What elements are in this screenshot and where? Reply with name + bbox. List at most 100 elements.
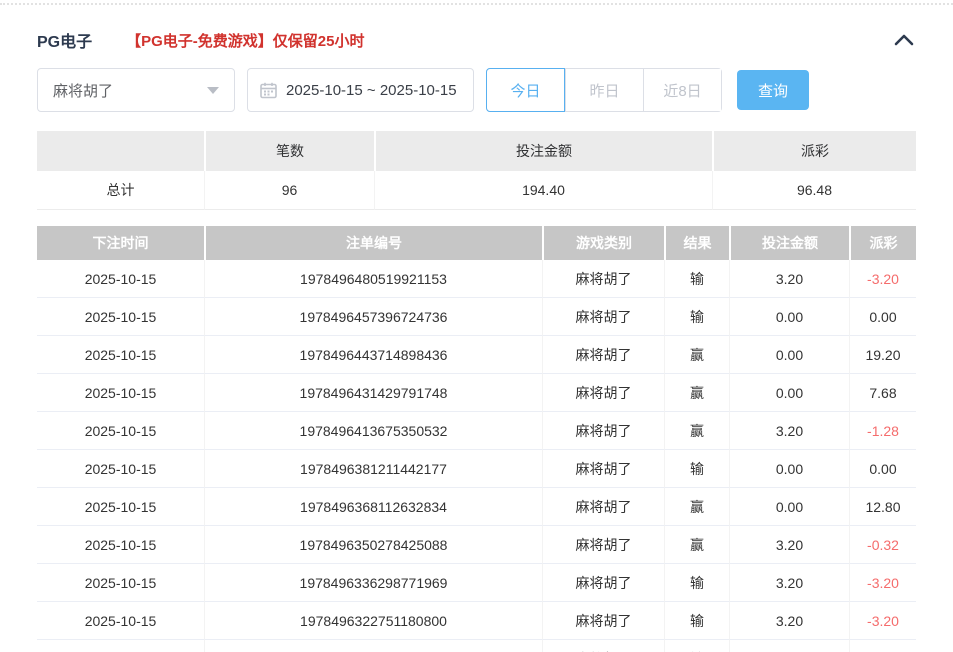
cell-bet-time: 2025-10-15 [37, 298, 204, 336]
cell-bet-amount: 0.00 [729, 374, 849, 412]
cell-game-type: 麻将胡了 [542, 640, 664, 652]
cell-game-type: 麻将胡了 [542, 412, 664, 450]
cell-payout: 0.00 [849, 450, 916, 488]
bet-header-payout: 派彩 [849, 226, 916, 260]
cell-payout: 0.00 [849, 298, 916, 336]
bet-header-order-no: 注单编号 [204, 226, 542, 260]
cell-payout: -3.20 [849, 602, 916, 640]
cell-game-type: 麻将胡了 [542, 260, 664, 298]
cell-bet-time: 2025-10-15 [37, 374, 204, 412]
cell-bet-amount [729, 640, 849, 652]
bet-header-bet-amount: 投注金额 [729, 226, 849, 260]
summary-header-bet-amount: 投注金额 [374, 131, 712, 171]
summary-total-payout: 96.48 [712, 171, 916, 210]
cell-order-number: 1978496431429791748 [204, 374, 542, 412]
summary-total-count: 96 [204, 171, 374, 210]
cell-order-number [204, 640, 542, 652]
cell-bet-time: 2025-10-15 [37, 602, 204, 640]
cell-payout: 12.80 [849, 488, 916, 526]
summary-header-count: 笔数 [204, 131, 374, 171]
cell-bet-amount: 0.00 [729, 336, 849, 374]
table-row: 2025-10-15 1978496368112632834 麻将胡了 赢 0.… [37, 488, 916, 526]
table-row: 2025-10-15 1978496443714898436 麻将胡了 赢 0.… [37, 336, 916, 374]
cell-result: 赢 [664, 412, 729, 450]
cell-game-type: 麻将胡了 [542, 526, 664, 564]
collapse-panel-button[interactable] [892, 29, 916, 51]
summary-table: 笔数 投注金额 派彩 总计 96 194.40 96.48 [37, 131, 916, 210]
cell-bet-time: 2025-10-15 [37, 564, 204, 602]
summary-total-label: 总计 [37, 171, 204, 210]
cell-bet-time [37, 640, 204, 652]
top-dotted-divider [0, 3, 953, 5]
cell-result: 输 [664, 450, 729, 488]
cell-bet-time: 2025-10-15 [37, 260, 204, 298]
cell-game-type: 麻将胡了 [542, 602, 664, 640]
cell-order-number: 1978496480519921153 [204, 260, 542, 298]
cell-game-type: 麻将胡了 [542, 298, 664, 336]
cell-order-number: 1978496368112632834 [204, 488, 542, 526]
cell-order-number: 1978496457396724736 [204, 298, 542, 336]
cell-order-number: 1978496322751180800 [204, 602, 542, 640]
bet-table-body: 2025-10-15 1978496480519921153 麻将胡了 输 3.… [37, 260, 916, 652]
cell-order-number: 1978496413675350532 [204, 412, 542, 450]
cell-bet-time: 2025-10-15 [37, 412, 204, 450]
cell-game-type: 麻将胡了 [542, 374, 664, 412]
cell-order-number: 1978496336298771969 [204, 564, 542, 602]
table-row: 2025-10-15 1978496381211442177 麻将胡了 输 0.… [37, 450, 916, 488]
cell-bet-amount: 3.20 [729, 526, 849, 564]
calendar-icon [260, 82, 277, 99]
table-row: 麻将胡了 输 [37, 640, 916, 652]
cell-payout: 7.68 [849, 374, 916, 412]
table-row: 2025-10-15 1978496413675350532 麻将胡了 赢 3.… [37, 412, 916, 450]
quick-date-button-group: 今日 昨日 近8日 [486, 68, 722, 112]
cell-order-number: 1978496350278425088 [204, 526, 542, 564]
cell-bet-amount: 3.20 [729, 564, 849, 602]
summary-header-blank [37, 131, 204, 171]
cell-game-type: 麻将胡了 [542, 450, 664, 488]
bet-header-result: 结果 [664, 226, 729, 260]
cell-bet-amount: 3.20 [729, 260, 849, 298]
cell-order-number: 1978496443714898436 [204, 336, 542, 374]
date-range-value: 2025-10-15 ~ 2025-10-15 [286, 82, 457, 99]
cell-result: 输 [664, 260, 729, 298]
panel-header: PG电子 【PG电子-免费游戏】仅保留25小时 [37, 29, 916, 51]
search-button[interactable]: 查询 [737, 70, 809, 110]
summary-total-row: 总计 96 194.40 96.48 [37, 171, 916, 210]
bet-table-header-row: 下注时间 注单编号 游戏类别 结果 投注金额 派彩 [37, 226, 916, 260]
pg-games-panel: PG电子 【PG电子-免费游戏】仅保留25小时 麻将胡了 2025-10-15 … [0, 29, 953, 652]
game-select[interactable]: 麻将胡了 [37, 68, 235, 112]
cell-game-type: 麻将胡了 [542, 336, 664, 374]
cell-result: 输 [664, 640, 729, 652]
cell-bet-time: 2025-10-15 [37, 336, 204, 374]
table-row: 2025-10-15 1978496322751180800 麻将胡了 输 3.… [37, 602, 916, 640]
cell-payout: -3.20 [849, 260, 916, 298]
game-select-value: 麻将胡了 [53, 80, 113, 101]
summary-header-payout: 派彩 [712, 131, 916, 171]
bet-header-time: 下注时间 [37, 226, 204, 260]
cell-bet-time: 2025-10-15 [37, 488, 204, 526]
table-row: 2025-10-15 1978496457396724736 麻将胡了 输 0.… [37, 298, 916, 336]
cell-bet-amount: 0.00 [729, 488, 849, 526]
caret-down-icon [207, 87, 219, 94]
yesterday-button[interactable]: 昨日 [565, 69, 643, 111]
cell-result: 输 [664, 564, 729, 602]
cell-payout [849, 640, 916, 652]
cell-result: 输 [664, 298, 729, 336]
panel-title: PG电子 [37, 28, 92, 52]
cell-result: 赢 [664, 336, 729, 374]
last-8-days-button[interactable]: 近8日 [643, 69, 721, 111]
date-range-input[interactable]: 2025-10-15 ~ 2025-10-15 [247, 68, 474, 112]
cell-payout: -0.32 [849, 526, 916, 564]
cell-payout: -1.28 [849, 412, 916, 450]
cell-bet-time: 2025-10-15 [37, 450, 204, 488]
cell-game-type: 麻将胡了 [542, 564, 664, 602]
table-row: 2025-10-15 1978496431429791748 麻将胡了 赢 0.… [37, 374, 916, 412]
summary-header-row: 笔数 投注金额 派彩 [37, 131, 916, 171]
today-button[interactable]: 今日 [486, 68, 565, 112]
chevron-up-icon [894, 34, 914, 46]
cell-payout: -3.20 [849, 564, 916, 602]
cell-bet-time: 2025-10-15 [37, 526, 204, 564]
cell-result: 赢 [664, 488, 729, 526]
cell-result: 赢 [664, 526, 729, 564]
summary-total-bet-amount: 194.40 [374, 171, 712, 210]
